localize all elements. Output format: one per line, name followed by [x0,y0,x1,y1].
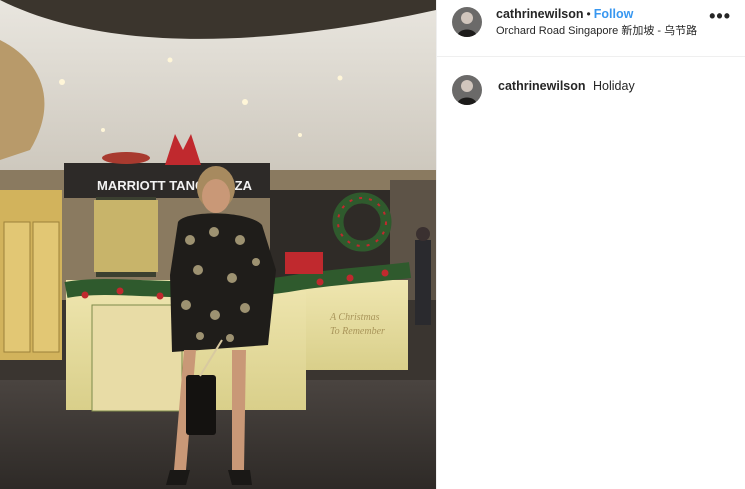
caption-text: Holiday [593,79,635,93]
caption-text-block: cathrinewilson Holiday [498,78,635,94]
username-link[interactable]: cathrinewilson [496,7,584,21]
caption-avatar-image [452,75,482,105]
header-text: cathrinewilson • Follow Orchard Road Singa… [496,6,697,39]
more-options-icon[interactable]: ••• [709,7,731,25]
avatar[interactable] [452,7,482,37]
avatar-image [452,7,482,37]
photo-illustration: MARRIOTT TANG PLAZA A Christmas To Remem… [0,0,436,489]
post-header: cathrinewilson • Follow Orchard Road Singa… [437,0,745,57]
window-text-2: To Remember [330,326,385,337]
caption-avatar[interactable] [452,75,482,105]
window-text-1: A Christmas [329,312,380,323]
separator-dot: • [586,7,591,21]
post-sidebar: cathrinewilson • Follow Orchard Road Singa… [436,0,745,489]
caption-username-link[interactable]: cathrinewilson [498,79,586,93]
location-link[interactable]: Orchard Road Singapore 新加坡 - 乌节路 [496,23,697,39]
caption-comment: cathrinewilson Holiday [437,57,745,105]
post-viewer: MARRIOTT TANG PLAZA A Christmas To Remem… [0,0,745,489]
follow-button[interactable]: Follow [594,7,634,21]
post-photo[interactable]: MARRIOTT TANG PLAZA A Christmas To Remem… [0,0,436,489]
